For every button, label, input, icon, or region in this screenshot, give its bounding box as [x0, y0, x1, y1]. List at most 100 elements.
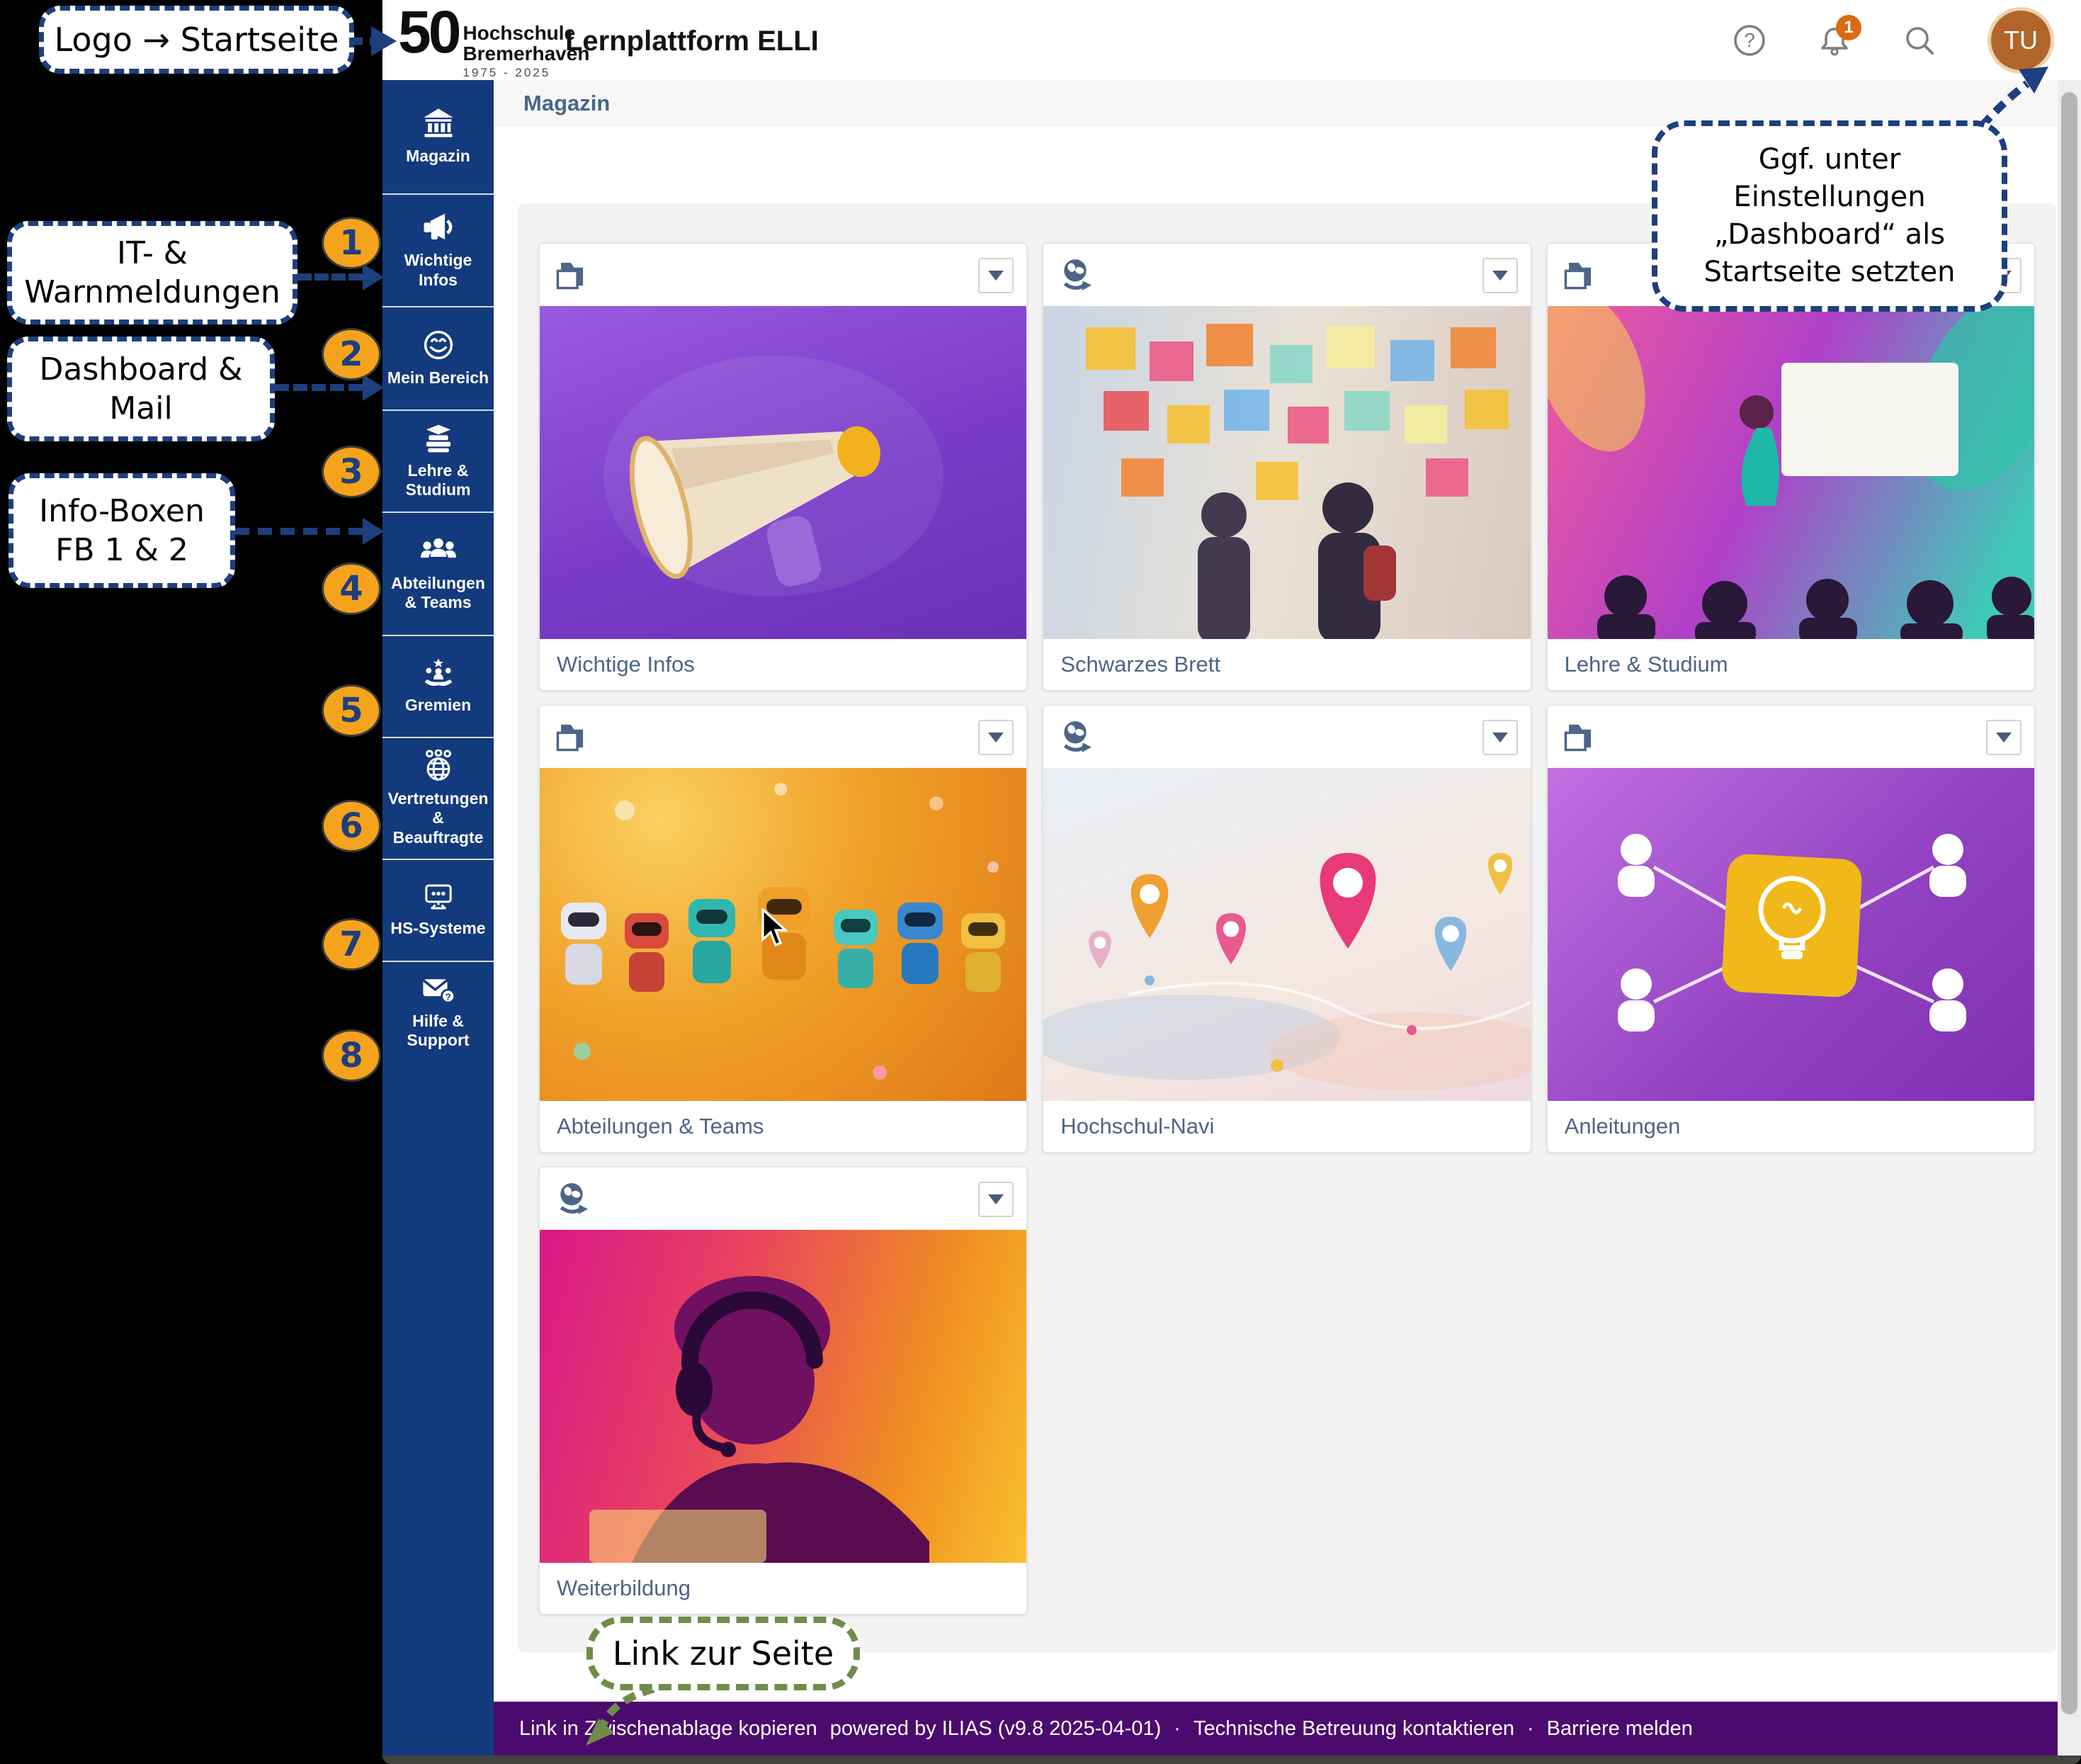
- main-sidebar: Magazin Wichtige Infos Mein Bereich Lehr…: [382, 80, 494, 1755]
- sidebar-item-label: Wichtige Infos: [387, 251, 489, 289]
- megaphone-icon: [421, 211, 456, 244]
- card-title[interactable]: Anleitungen: [1548, 1101, 2034, 1152]
- people-group-icon: [421, 536, 456, 567]
- logo-50-anniversary: 50: [398, 4, 458, 61]
- logo-years: 1975 - 2025: [463, 66, 589, 80]
- card-actions-dropdown[interactable]: [1986, 720, 2022, 755]
- annotation-arrow-to-avatar: [1969, 65, 2061, 130]
- chevron-down-icon: [988, 733, 1004, 742]
- user-avatar[interactable]: TU: [1988, 7, 2054, 74]
- folder-icon: [555, 720, 588, 756]
- folder-icon: [1563, 720, 1596, 756]
- page-title: Lernplattform ELLI: [565, 26, 819, 57]
- footer-support-link[interactable]: Technische Betreuung kontaktieren: [1193, 1717, 1514, 1741]
- notifications-bell-icon[interactable]: 1: [1818, 23, 1852, 57]
- card-title[interactable]: Schwarzes Brett: [1043, 639, 1530, 690]
- card-title[interactable]: Weiterbildung: [540, 1563, 1026, 1614]
- annotation-settings-callout: Ggf. unter Einstellungen „Dashboard“ als…: [1652, 120, 2007, 312]
- annotation-number-5: 5: [322, 684, 381, 737]
- scrollbar-thumb[interactable]: [2061, 92, 2077, 1714]
- folder-icon: [1563, 258, 1596, 294]
- sidebar-item-hs-systeme[interactable]: HS-Systeme: [382, 859, 494, 961]
- sidebar-item-wichtige-infos[interactable]: Wichtige Infos: [382, 193, 494, 306]
- weblink-icon: [555, 1182, 588, 1218]
- card-title[interactable]: Hochschul-Navi: [1043, 1101, 1530, 1152]
- footer-separator: ·: [1174, 1717, 1181, 1741]
- sidebar-item-label: Gremien: [405, 696, 471, 715]
- sidebar-item-lehre-studium[interactable]: Lehre & Studium: [382, 409, 494, 511]
- sidebar-item-vertretungen[interactable]: Vertretungen & Beauftragte: [382, 737, 494, 859]
- footer-separator: ·: [1527, 1717, 1534, 1741]
- card-actions-dropdown[interactable]: [978, 258, 1014, 293]
- card-image-sticky-notes[interactable]: [1043, 306, 1530, 639]
- annotation-link-zur-seite-callout: Link zur Seite: [586, 1617, 860, 1690]
- card-image-map-pins[interactable]: [1043, 768, 1530, 1101]
- annotation-number-2: 2: [322, 328, 381, 380]
- repository-panel: Wichtige Infos Schwa: [518, 203, 2056, 1653]
- monitor-password-icon: [421, 882, 455, 912]
- chevron-down-icon: [988, 1194, 1004, 1204]
- sidebar-item-label: Abteilungen & Teams: [387, 574, 489, 612]
- weblink-icon: [1059, 720, 1091, 756]
- hochschule-logo[interactable]: 50 Hochschule Bremerhaven 1975 - 2025: [398, 4, 589, 80]
- card-image-lecture[interactable]: [1548, 306, 2034, 639]
- mouse-cursor: [761, 908, 798, 951]
- weblink-icon: [1059, 258, 1091, 294]
- care-hand-icon: [421, 657, 455, 689]
- card-schwarzes-brett: Schwarzes Brett: [1043, 243, 1531, 691]
- card-actions-dropdown[interactable]: [1482, 258, 1518, 293]
- annotation-number-8: 8: [322, 1029, 381, 1082]
- annotation-it-warnmeldungen-callout: IT- & Warnmeldungen: [7, 221, 297, 324]
- sidebar-item-abteilungen-teams[interactable]: Abteilungen & Teams: [382, 511, 494, 635]
- annotation-number-4: 4: [322, 562, 381, 615]
- sidebar-item-label: Lehre & Studium: [387, 461, 489, 499]
- help-icon[interactable]: ?: [1733, 23, 1767, 57]
- books-icon: [421, 423, 455, 454]
- annotation-number-6: 6: [322, 800, 381, 852]
- card-anleitungen: Anleitungen: [1547, 705, 2035, 1153]
- smiley-icon: [422, 329, 455, 361]
- annotation-dashboard-mail-callout: Dashboard & Mail: [7, 337, 275, 441]
- annotation-number-1: 1: [322, 217, 381, 269]
- globe-people-icon: [421, 750, 455, 782]
- sidebar-item-gremien[interactable]: Gremien: [382, 635, 494, 737]
- annotated-screenshot-canvas: 50 Hochschule Bremerhaven 1975 - 2025 Le…: [0, 0, 2081, 1764]
- search-icon[interactable]: [1903, 23, 1937, 57]
- card-hochschul-navi: Hochschul-Navi: [1043, 705, 1531, 1153]
- notification-badge: 1: [1836, 15, 1861, 40]
- chevron-down-icon: [1492, 271, 1508, 281]
- card-wichtige-infos: Wichtige Infos: [539, 243, 1027, 691]
- chevron-down-icon: [988, 271, 1004, 281]
- sidebar-item-magazin[interactable]: Magazin: [382, 80, 494, 193]
- card-actions-dropdown[interactable]: [978, 720, 1014, 755]
- sidebar-item-label: Hilfe & Support: [387, 1012, 489, 1050]
- card-actions-dropdown[interactable]: [1482, 720, 1518, 755]
- annotation-number-7: 7: [322, 918, 381, 971]
- annotation-number-3: 3: [322, 446, 381, 498]
- sidebar-item-label: HS-Systeme: [390, 919, 485, 938]
- card-title[interactable]: Abteilungen & Teams: [540, 1101, 1026, 1152]
- svg-text:?: ?: [1744, 29, 1755, 51]
- footer-powered-by: powered by ILIAS (v9.8 2025-04-01): [830, 1717, 1162, 1741]
- card-actions-dropdown[interactable]: [978, 1182, 1014, 1217]
- card-title[interactable]: Wichtige Infos: [540, 639, 1026, 690]
- window-bottom-edge: [382, 1755, 2081, 1764]
- bank-icon: [422, 107, 455, 140]
- mail-question-icon: ?: [421, 975, 456, 1005]
- footer-accessibility-link[interactable]: Barriere melden: [1547, 1717, 1693, 1741]
- card-title[interactable]: Lehre & Studium: [1548, 639, 2034, 690]
- chevron-down-icon: [1492, 733, 1508, 742]
- annotation-info-boxen-callout: Info-Boxen FB 1 & 2: [8, 473, 235, 588]
- card-image-headset-person[interactable]: [540, 1230, 1026, 1563]
- sidebar-item-mein-bereich[interactable]: Mein Bereich: [382, 306, 494, 409]
- card-image-megaphone[interactable]: [540, 306, 1026, 639]
- app-footer: Link in Zwischenablage kopieren powered …: [494, 1702, 2058, 1755]
- annotation-arrow-to-footer-link: [577, 1685, 669, 1750]
- sidebar-item-label: Magazin: [406, 147, 470, 166]
- annotation-arrow-2: [275, 374, 384, 401]
- breadcrumb-magazin[interactable]: Magazin: [523, 91, 610, 116]
- sidebar-item-label: Mein Bereich: [387, 368, 489, 388]
- sidebar-item-hilfe-support[interactable]: ? Hilfe & Support: [382, 961, 494, 1063]
- card-image-lightbulb[interactable]: [1548, 768, 2034, 1101]
- chevron-down-icon: [1996, 733, 2012, 742]
